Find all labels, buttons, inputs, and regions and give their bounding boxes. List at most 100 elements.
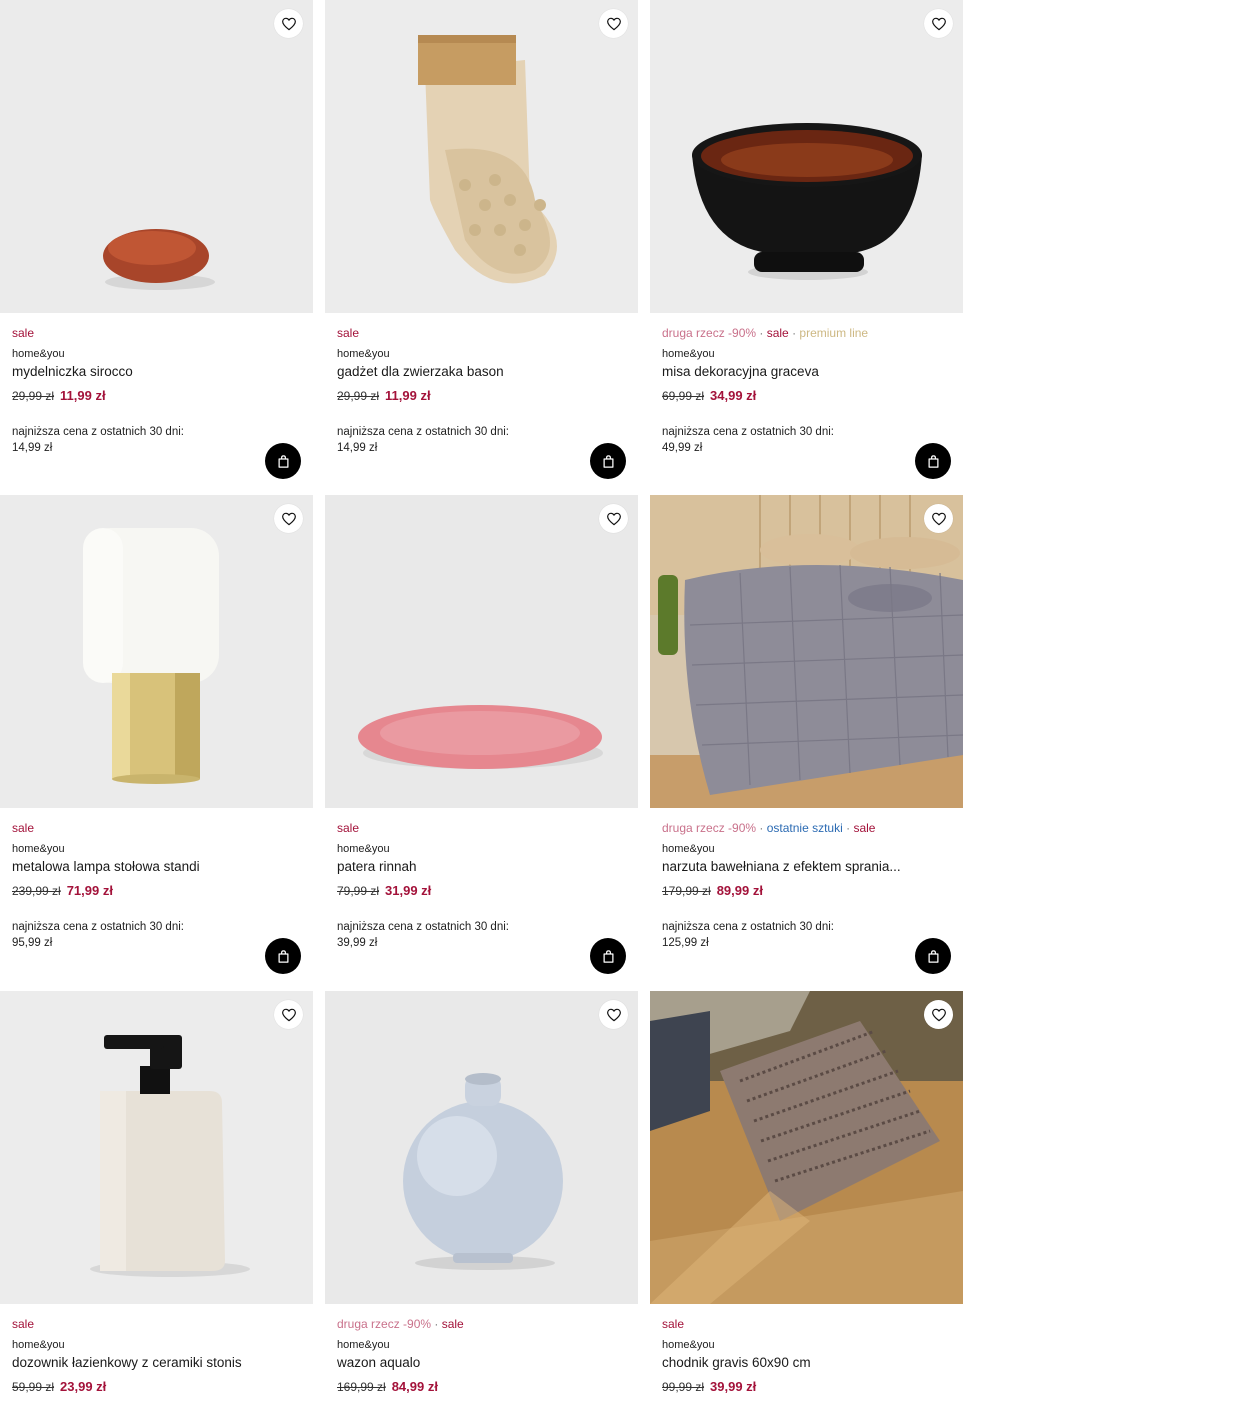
- product-name-link[interactable]: dozownik łazienkowy z ceramiki stonis: [12, 1354, 301, 1372]
- add-to-favorites-button[interactable]: [599, 504, 628, 533]
- product-brand: home&you: [12, 348, 65, 360]
- tag-premium: premium line: [799, 326, 869, 340]
- product-image[interactable]: [325, 495, 638, 808]
- heart-icon: [606, 511, 622, 527]
- product-brand: home&you: [337, 348, 390, 360]
- product-prices: 99,99 zł 39,99 zł: [662, 1379, 951, 1395]
- add-to-favorites-button[interactable]: [924, 1000, 953, 1029]
- product-image[interactable]: [0, 991, 313, 1304]
- product-card[interactable]: druga rzecz -90% · ostatnie sztuki · sal…: [650, 495, 963, 974]
- add-to-favorites-button[interactable]: [924, 504, 953, 533]
- product-card[interactable]: sale home&you chodnik gravis 60x90 cm 99,99…: [650, 991, 963, 1395]
- lowest-price-value: 49,99 zł: [662, 442, 703, 454]
- product-brand: home&you: [662, 348, 715, 360]
- lowest-price-value: 39,99 zł: [337, 937, 378, 949]
- shopping-bag-icon: [276, 454, 291, 469]
- product-image[interactable]: [325, 991, 638, 1304]
- product-name-link[interactable]: metalowa lampa stołowa standi: [12, 858, 301, 876]
- product-card[interactable]: sale home&you gadżet dla zwierzaka bason 29…: [325, 0, 638, 479]
- product-name-link[interactable]: misa dekoracyjna graceva: [662, 363, 951, 381]
- sale-price: 84,99 zł: [391, 1379, 438, 1394]
- add-to-favorites-button[interactable]: [274, 1000, 303, 1029]
- product-image[interactable]: [0, 495, 313, 808]
- product-card[interactable]: druga rzecz -90% · sale · premium line ho…: [650, 0, 963, 479]
- product-brand: home&you: [12, 1339, 65, 1351]
- old-price: 59,99 zł: [12, 1380, 55, 1394]
- tag-sale: sale: [337, 821, 360, 835]
- product-prices: 179,99 zł 89,99 zł: [662, 883, 951, 899]
- lowest-price-info: najniższa cena z ostatnich 30 dni: 125,99…: [662, 919, 872, 951]
- product-image[interactable]: [650, 495, 963, 808]
- product-brand: home&you: [337, 1339, 390, 1351]
- old-price: 169,99 zł: [337, 1380, 386, 1394]
- add-to-favorites-button[interactable]: [599, 1000, 628, 1029]
- product-card[interactable]: sale home&you metalowa lampa stołowa stand…: [0, 495, 313, 974]
- product-tags: druga rzecz -90% · ostatnie sztuki · sal…: [662, 821, 876, 835]
- product-tags: druga rzecz -90% · sale: [337, 1317, 464, 1331]
- lowest-price-label: najniższa cena z ostatnich 30 dni:: [337, 426, 509, 438]
- tag-sale: sale: [12, 326, 35, 340]
- tag-sale: sale: [853, 821, 876, 835]
- tag-last: ostatnie sztuki: [766, 821, 843, 835]
- lowest-price-value: 95,99 zł: [12, 937, 53, 949]
- shopping-bag-icon: [601, 454, 616, 469]
- product-image[interactable]: [650, 991, 963, 1304]
- old-price: 69,99 zł: [662, 389, 705, 403]
- table-lamp-image: [0, 495, 313, 808]
- heart-icon: [606, 1007, 622, 1023]
- product-name-link[interactable]: gadżet dla zwierzaka bason: [337, 363, 626, 381]
- product-card[interactable]: druga rzecz -90% · sale home&you wazon aqu…: [325, 991, 638, 1395]
- sale-price: 11,99 zł: [60, 388, 106, 403]
- heart-icon: [931, 511, 947, 527]
- product-prices: 69,99 zł 34,99 zł: [662, 388, 951, 404]
- product-card[interactable]: sale home&you mydelniczka sirocco 29,99 zł 1…: [0, 0, 313, 479]
- sale-price: 71,99 zł: [66, 883, 113, 898]
- add-to-cart-button[interactable]: [915, 443, 951, 479]
- product-image[interactable]: [0, 0, 313, 313]
- product-name-link[interactable]: narzuta bawełniana z efektem sprania...: [662, 858, 951, 876]
- sale-price: 11,99 zł: [385, 388, 431, 403]
- product-tags: sale: [337, 820, 626, 836]
- add-to-cart-button[interactable]: [915, 938, 951, 974]
- product-tags: sale: [337, 325, 626, 341]
- add-to-cart-button[interactable]: [590, 443, 626, 479]
- product-prices: 29,99 zł 11,99 zł: [337, 388, 626, 404]
- sale-price: 39,99 zł: [710, 1379, 757, 1394]
- add-to-favorites-button[interactable]: [274, 9, 303, 38]
- old-price: 179,99 zł: [662, 884, 711, 898]
- soap-dispenser-image: [0, 991, 313, 1304]
- lowest-price-label: najniższa cena z ostatnich 30 dni:: [337, 921, 509, 933]
- add-to-cart-button[interactable]: [265, 938, 301, 974]
- rug-image: [650, 991, 963, 1304]
- product-brand: home&you: [662, 843, 715, 855]
- add-to-favorites-button[interactable]: [924, 9, 953, 38]
- product-card[interactable]: sale home&you patera rinnah 79,99 zł 31,99 z…: [325, 495, 638, 974]
- lowest-price-info: najniższa cena z ostatnich 30 dni: 39,99 …: [337, 919, 547, 951]
- pink-plate-image: [325, 495, 638, 808]
- product-card[interactable]: sale home&you dozownik łazienkowy z cerami…: [0, 991, 313, 1395]
- vase-image: [325, 991, 638, 1304]
- product-prices: 239,99 zł 71,99 zł: [12, 883, 301, 899]
- product-name-link[interactable]: patera rinnah: [337, 858, 626, 876]
- tag-sale: sale: [337, 326, 360, 340]
- product-name-link[interactable]: wazon aqualo: [337, 1354, 626, 1372]
- add-to-cart-button[interactable]: [590, 938, 626, 974]
- product-image[interactable]: [325, 0, 638, 313]
- product-brand: home&you: [662, 1339, 715, 1351]
- product-name-link[interactable]: mydelniczka sirocco: [12, 363, 301, 381]
- old-price: 239,99 zł: [12, 884, 61, 898]
- product-tags: sale: [662, 1316, 951, 1332]
- heart-icon: [931, 16, 947, 32]
- lowest-price-label: najniższa cena z ostatnich 30 dni:: [12, 426, 184, 438]
- product-image[interactable]: [650, 0, 963, 313]
- old-price: 99,99 zł: [662, 1380, 705, 1394]
- add-to-favorites-button[interactable]: [274, 504, 303, 533]
- product-name-link[interactable]: chodnik gravis 60x90 cm: [662, 1354, 951, 1372]
- tag-sale: sale: [441, 1317, 464, 1331]
- heart-icon: [281, 1007, 297, 1023]
- add-to-cart-button[interactable]: [265, 443, 301, 479]
- tag-sale: sale: [12, 821, 35, 835]
- add-to-favorites-button[interactable]: [599, 9, 628, 38]
- old-price: 79,99 zł: [337, 884, 380, 898]
- tag-second: druga rzecz -90%: [662, 821, 757, 835]
